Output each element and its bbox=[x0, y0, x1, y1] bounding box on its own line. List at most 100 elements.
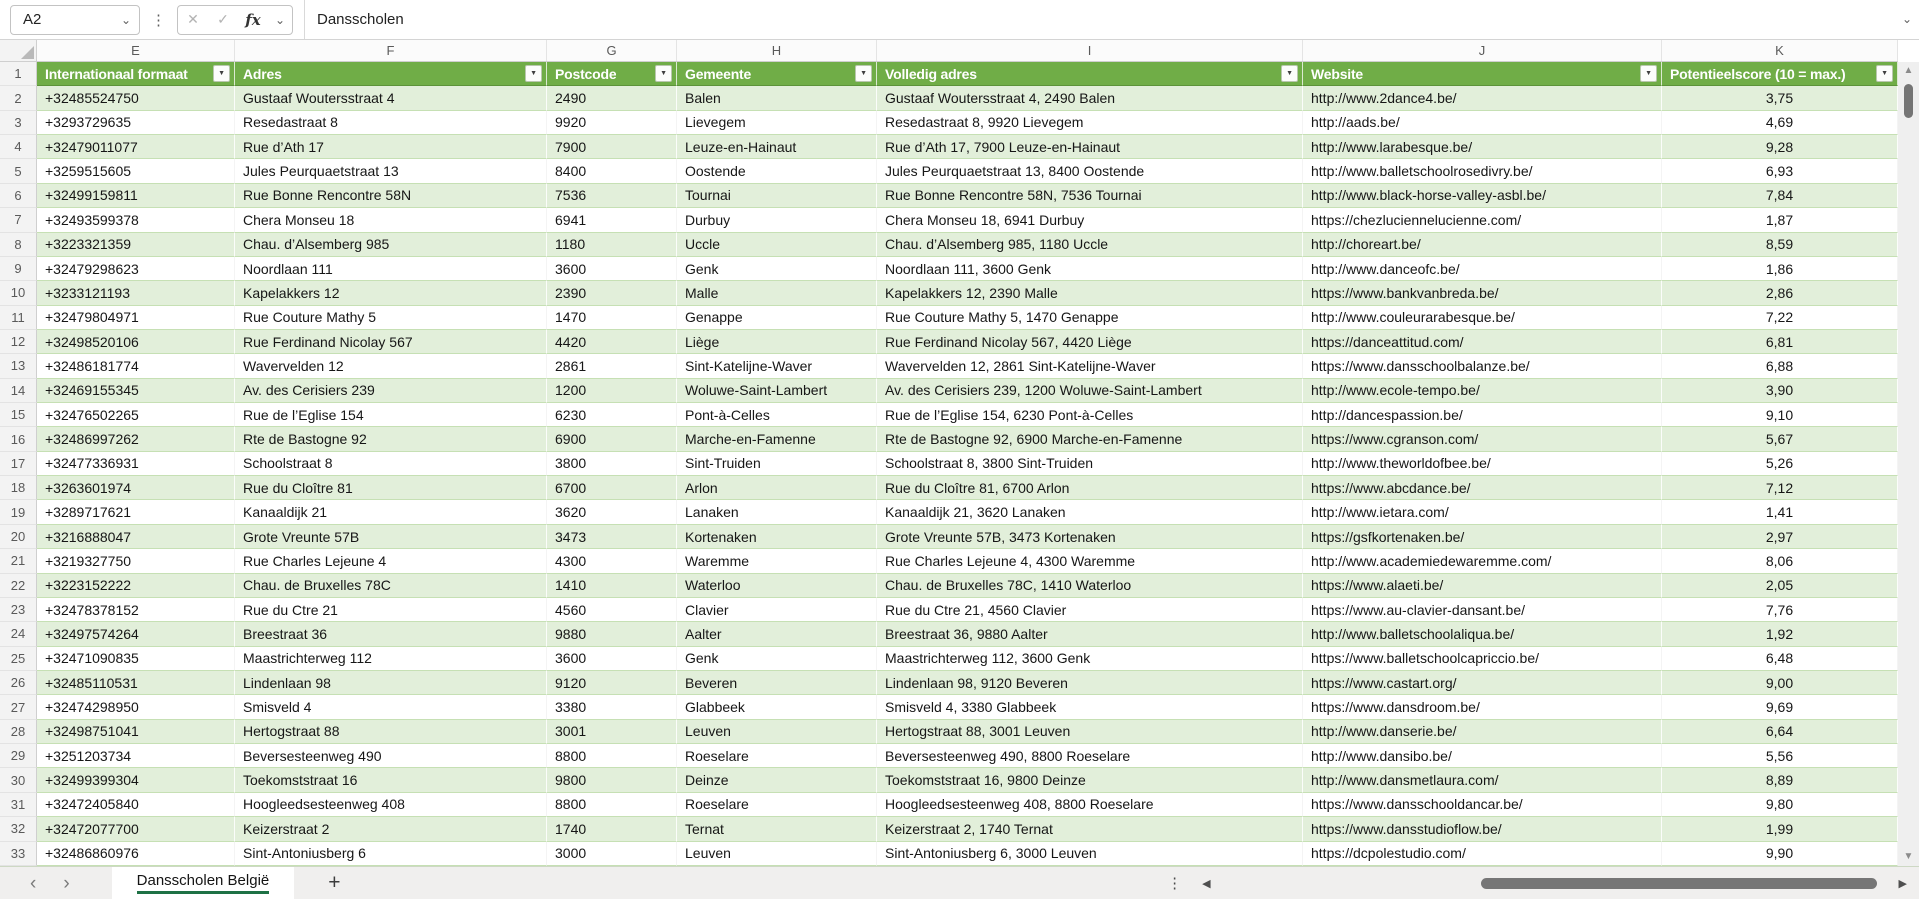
row-number[interactable]: 3 bbox=[0, 111, 37, 135]
cell-gemeente[interactable]: Waterloo bbox=[677, 574, 877, 598]
cell-adres[interactable]: Hoogleedsesteenweg 408 bbox=[235, 793, 547, 817]
cell-volledig-adres[interactable]: Grote Vreunte 57B, 3473 Kortenaken bbox=[877, 525, 1303, 549]
cell-potentieelscore[interactable]: 3,90 bbox=[1662, 379, 1898, 403]
row-number[interactable]: 21 bbox=[0, 549, 37, 573]
cell-gemeente[interactable]: Ternat bbox=[677, 817, 877, 841]
cell-postcode[interactable]: 3000 bbox=[547, 842, 677, 866]
cell-volledig-adres[interactable]: Beversesteenweg 490, 8800 Roeselare bbox=[877, 744, 1303, 768]
cell-volledig-adres[interactable]: Rte de Bastogne 92, 6900 Marche-en-Famen… bbox=[877, 427, 1303, 451]
kebab-icon[interactable]: ⋮ bbox=[1167, 874, 1182, 892]
cell-postcode[interactable]: 2861 bbox=[547, 354, 677, 378]
column-header-j[interactable]: J bbox=[1303, 40, 1662, 61]
sheet-nav-right-icon[interactable]: › bbox=[63, 874, 69, 893]
cell-website[interactable]: http://www.dansmetlaura.com/ bbox=[1303, 768, 1662, 792]
cell-internationaal-formaat[interactable]: +3223321359 bbox=[37, 233, 235, 257]
cell-internationaal-formaat[interactable]: +32498751041 bbox=[37, 720, 235, 744]
row-number[interactable]: 28 bbox=[0, 720, 37, 744]
vertical-scrollbar[interactable]: ▲ ▼ bbox=[1898, 62, 1919, 866]
sheet-tab-dansscholen-belgie[interactable]: Dansscholen België bbox=[112, 867, 295, 900]
cell-postcode[interactable]: 9800 bbox=[547, 768, 677, 792]
cell-postcode[interactable]: 4560 bbox=[547, 598, 677, 622]
header-cell-volledig-adres[interactable]: Volledig adres ▼ bbox=[877, 62, 1303, 86]
cell-internationaal-formaat[interactable]: +32498520106 bbox=[37, 330, 235, 354]
cell-volledig-adres[interactable]: Hoogleedsesteenweg 408, 8800 Roeselare bbox=[877, 793, 1303, 817]
cell-adres[interactable]: Chera Monseu 18 bbox=[235, 208, 547, 232]
cell-adres[interactable]: Resedastraat 8 bbox=[235, 111, 547, 135]
cell-potentieelscore[interactable]: 6,93 bbox=[1662, 159, 1898, 183]
cell-volledig-adres[interactable]: Maastrichterweg 112, 3600 Genk bbox=[877, 647, 1303, 671]
cell-gemeente[interactable]: Arlon bbox=[677, 476, 877, 500]
row-number[interactable]: 10 bbox=[0, 281, 37, 305]
row-number[interactable]: 5 bbox=[0, 159, 37, 183]
chevron-down-icon[interactable]: ⌄ bbox=[268, 14, 292, 26]
cell-internationaal-formaat[interactable]: +32499159811 bbox=[37, 184, 235, 208]
cell-website[interactable]: http://www.balletschoolaliqua.be/ bbox=[1303, 622, 1662, 646]
cell-adres[interactable]: Kapelakkers 12 bbox=[235, 281, 547, 305]
cell-postcode[interactable]: 1740 bbox=[547, 817, 677, 841]
row-number[interactable]: 8 bbox=[0, 233, 37, 257]
cell-website[interactable]: http://www.couleurarabesque.be/ bbox=[1303, 306, 1662, 330]
cell-adres[interactable]: Rue d’Ath 17 bbox=[235, 135, 547, 159]
cell-adres[interactable]: Hertogstraat 88 bbox=[235, 720, 547, 744]
name-box[interactable]: A2 ⌄ bbox=[10, 5, 140, 35]
cell-internationaal-formaat[interactable]: +32485524750 bbox=[37, 86, 235, 110]
row-number[interactable]: 22 bbox=[0, 574, 37, 598]
filter-icon[interactable]: ▼ bbox=[855, 65, 872, 82]
cell-adres[interactable]: Lindenlaan 98 bbox=[235, 671, 547, 695]
row-number[interactable]: 31 bbox=[0, 793, 37, 817]
chevron-down-icon[interactable]: ⌄ bbox=[121, 14, 131, 26]
cell-volledig-adres[interactable]: Av. des Cerisiers 239, 1200 Woluwe-Saint… bbox=[877, 379, 1303, 403]
cell-gemeente[interactable]: Aalter bbox=[677, 622, 877, 646]
cell-website[interactable]: https://danceattitud.com/ bbox=[1303, 330, 1662, 354]
formula-input[interactable]: Dansscholen bbox=[304, 0, 1919, 39]
cell-volledig-adres[interactable]: Chera Monseu 18, 6941 Durbuy bbox=[877, 208, 1303, 232]
cell-adres[interactable]: Toekomststraat 16 bbox=[235, 768, 547, 792]
cell-volledig-adres[interactable]: Wavervelden 12, 2861 Sint-Katelijne-Wave… bbox=[877, 354, 1303, 378]
cell-gemeente[interactable]: Sint-Truiden bbox=[677, 452, 877, 476]
column-header-g[interactable]: G bbox=[547, 40, 677, 61]
cell-website[interactable]: https://www.dansdroom.be/ bbox=[1303, 695, 1662, 719]
cell-volledig-adres[interactable]: Noordlaan 111, 3600 Genk bbox=[877, 257, 1303, 281]
cell-potentieelscore[interactable]: 8,59 bbox=[1662, 233, 1898, 257]
cell-volledig-adres[interactable]: Chau. de Bruxelles 78C, 1410 Waterloo bbox=[877, 574, 1303, 598]
cell-postcode[interactable]: 2490 bbox=[547, 86, 677, 110]
cell-adres[interactable]: Kanaaldijk 21 bbox=[235, 500, 547, 524]
cell-website[interactable]: https://www.cgranson.com/ bbox=[1303, 427, 1662, 451]
cell-gemeente[interactable]: Roeselare bbox=[677, 793, 877, 817]
cell-postcode[interactable]: 6941 bbox=[547, 208, 677, 232]
cell-volledig-adres[interactable]: Rue Charles Lejeune 4, 4300 Waremme bbox=[877, 549, 1303, 573]
cell-website[interactable]: https://www.abcdance.be/ bbox=[1303, 476, 1662, 500]
cell-gemeente[interactable]: Lanaken bbox=[677, 500, 877, 524]
cell-gemeente[interactable]: Uccle bbox=[677, 233, 877, 257]
cell-volledig-adres[interactable]: Rue Ferdinand Nicolay 567, 4420 Liège bbox=[877, 330, 1303, 354]
kebab-icon[interactable]: ⋮ bbox=[151, 11, 166, 29]
cell-potentieelscore[interactable]: 5,56 bbox=[1662, 744, 1898, 768]
cell-internationaal-formaat[interactable]: +3216888047 bbox=[37, 525, 235, 549]
row-number[interactable]: 30 bbox=[0, 768, 37, 792]
cell-potentieelscore[interactable]: 1,41 bbox=[1662, 500, 1898, 524]
cell-internationaal-formaat[interactable]: +32472405840 bbox=[37, 793, 235, 817]
cell-internationaal-formaat[interactable]: +3219327750 bbox=[37, 549, 235, 573]
cell-volledig-adres[interactable]: Rue d’Ath 17, 7900 Leuze-en-Hainaut bbox=[877, 135, 1303, 159]
cell-adres[interactable]: Rue Charles Lejeune 4 bbox=[235, 549, 547, 573]
cell-volledig-adres[interactable]: Rue du Ctre 21, 4560 Clavier bbox=[877, 598, 1303, 622]
cell-postcode[interactable]: 7536 bbox=[547, 184, 677, 208]
cell-gemeente[interactable]: Clavier bbox=[677, 598, 877, 622]
row-number[interactable]: 33 bbox=[0, 842, 37, 866]
cell-adres[interactable]: Rue Couture Mathy 5 bbox=[235, 306, 547, 330]
cell-postcode[interactable]: 9880 bbox=[547, 622, 677, 646]
filter-icon[interactable]: ▼ bbox=[525, 65, 542, 82]
cell-internationaal-formaat[interactable]: +32474298950 bbox=[37, 695, 235, 719]
cell-adres[interactable]: Rue de l’Eglise 154 bbox=[235, 403, 547, 427]
row-number[interactable]: 6 bbox=[0, 184, 37, 208]
cell-volledig-adres[interactable]: Jules Peurquaetstraat 13, 8400 Oostende bbox=[877, 159, 1303, 183]
fx-icon[interactable]: fx bbox=[238, 11, 268, 29]
cell-adres[interactable]: Sint-Antoniusberg 6 bbox=[235, 842, 547, 866]
cell-postcode[interactable]: 3600 bbox=[547, 257, 677, 281]
cell-potentieelscore[interactable]: 9,28 bbox=[1662, 135, 1898, 159]
cell-potentieelscore[interactable]: 7,84 bbox=[1662, 184, 1898, 208]
cell-website[interactable]: https://chezluciennelucienne.com/ bbox=[1303, 208, 1662, 232]
row-number[interactable]: 13 bbox=[0, 354, 37, 378]
cell-gemeente[interactable]: Leuven bbox=[677, 842, 877, 866]
cell-website[interactable]: http://www.ecole-tempo.be/ bbox=[1303, 379, 1662, 403]
